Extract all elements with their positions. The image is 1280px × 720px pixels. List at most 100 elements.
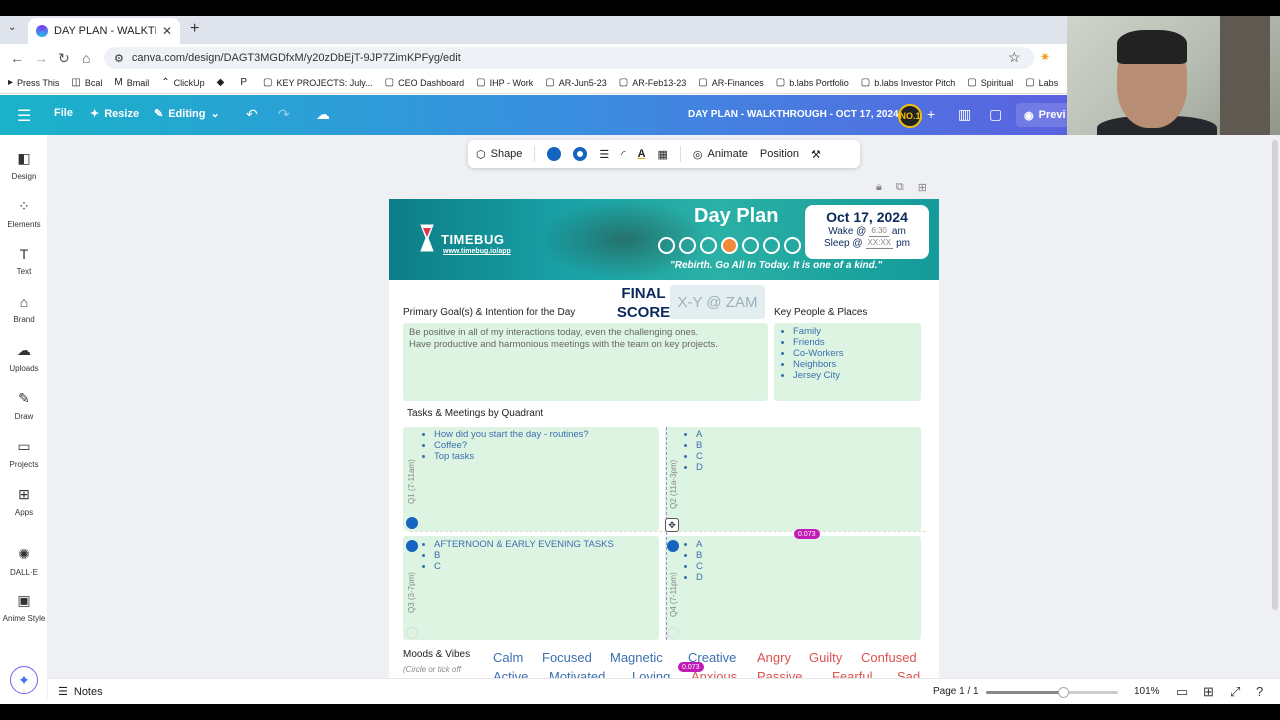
notes-button[interactable]: ☰ Notes [58, 685, 103, 699]
comment-icon[interactable]: ▢ [989, 106, 1002, 123]
list-item[interactable]: A [696, 429, 921, 440]
mood-word[interactable]: Calm [493, 650, 523, 665]
design-page[interactable]: TIMEBUG www.timebug.io/app Day Plan Oct … [389, 199, 939, 678]
page-count[interactable]: Page 1 / 1 [933, 686, 979, 697]
rail-item-draw[interactable]: ✎ Draw [0, 390, 48, 421]
goal-line[interactable]: Have productive and harmonious meetings … [409, 339, 762, 351]
bookmark-item[interactable]: ▢ b.labs Investor Pitch [861, 77, 956, 88]
quadrant-q1[interactable]: How did you start the day - routines?Cof… [403, 427, 659, 531]
cloud-saved-icon[interactable]: ☁ [316, 106, 330, 123]
key-people-label[interactable]: Key People & Places [774, 307, 867, 318]
list-item[interactable]: Family [793, 326, 921, 337]
transparency-icon[interactable]: ▦ [658, 148, 668, 161]
site-settings-icon[interactable]: ⚙ [114, 52, 124, 65]
list-item[interactable]: C [696, 561, 921, 572]
logo-url[interactable]: www.timebug.io/app [443, 248, 511, 255]
corner-rounding-icon[interactable]: ◜ [621, 148, 625, 161]
list-item[interactable]: B [696, 550, 921, 561]
primary-goal-label[interactable]: Primary Goal(s) & Intention for the Day [403, 307, 575, 318]
magic-assistant-icon[interactable]: ✦ [10, 666, 38, 694]
bookmark-item[interactable]: ▢ AR-Feb13-23 [619, 77, 686, 88]
browser-tab[interactable]: DAY PLAN - WALKTHROUGH - C ✕ [28, 18, 180, 44]
moods-label[interactable]: Moods & Vibes [403, 649, 470, 660]
list-item[interactable]: B [696, 440, 921, 451]
list-item[interactable]: Coffee? [434, 440, 659, 451]
list-item[interactable]: AFTERNOON & EARLY EVENING TASKS [434, 539, 659, 550]
menu-icon[interactable]: ☰ [17, 106, 31, 126]
rating-circle[interactable] [784, 237, 801, 254]
quadrant-q4[interactable]: ABCD [665, 536, 921, 640]
tagline[interactable]: "Rebirth. Go All In Today. It is one of … [670, 260, 882, 271]
final-score-value[interactable]: X-Y @ ZAM [670, 285, 765, 319]
list-item[interactable]: D [696, 572, 921, 583]
mood-word[interactable]: Active [493, 669, 528, 678]
move-handle-icon[interactable]: ✥ [665, 518, 679, 532]
add-page-icon[interactable]: ⊞ [918, 181, 927, 194]
rating-circle[interactable] [658, 237, 675, 254]
primary-goal-text[interactable]: Be positive in all of my interactions to… [403, 323, 768, 355]
rail-item-apps[interactable]: ⊞ Apps [0, 486, 48, 517]
new-tab-icon[interactable]: + [190, 20, 199, 38]
mood-word[interactable]: Loving [632, 669, 670, 678]
bookmark-item[interactable]: ⌃ ClickUp [161, 77, 204, 88]
rail-item-design[interactable]: ◧ Design [0, 150, 48, 181]
key-people-list[interactable]: FamilyFriendsCo-WorkersNeighborsJersey C… [774, 326, 921, 381]
rail-item-text[interactable]: T Text [0, 246, 48, 276]
bookmark-item[interactable]: ▢ b.labs Portfolio [776, 77, 849, 88]
day-plan-title[interactable]: Day Plan [694, 205, 778, 228]
list-item[interactable]: C [434, 561, 659, 572]
mood-word[interactable]: Fearful [832, 669, 872, 678]
text-color-icon[interactable]: A [638, 148, 646, 160]
rail-item-dall-e[interactable]: ✺ DALL·E [0, 546, 48, 577]
vertical-scrollbar[interactable] [1272, 140, 1278, 610]
mood-word[interactable]: Focused [542, 650, 592, 665]
duplicate-page-icon[interactable]: ⧉ [896, 181, 904, 194]
reload-icon[interactable]: ↻ [58, 50, 70, 67]
mood-word[interactable]: Angry [757, 650, 791, 665]
border-style-icon[interactable]: ☰ [599, 148, 609, 161]
q1-marker-dot[interactable] [406, 517, 418, 529]
wake-time-value[interactable]: 6:30 [869, 226, 889, 237]
insights-chart-icon[interactable]: ▥ [958, 106, 971, 123]
bookmark-item[interactable]: ▢ Labs [1025, 77, 1058, 88]
primary-goal-box[interactable]: Be positive in all of my interactions to… [403, 323, 768, 401]
zoom-slider-handle[interactable] [1057, 687, 1069, 698]
list-item[interactable]: C [696, 451, 921, 462]
list-item[interactable]: Top tasks [434, 451, 659, 462]
animate-button[interactable]: ◎ Animate [693, 148, 748, 161]
bookmark-item[interactable]: ▢ IHP - Work [476, 77, 533, 88]
q1-task-list[interactable]: How did you start the day - routines?Cof… [415, 429, 659, 462]
fill-color-swatch[interactable] [547, 147, 562, 161]
bookmark-item[interactable]: M Bmail [114, 77, 149, 88]
bookmark-item[interactable]: ▢ AR-Jun5-23 [545, 77, 606, 88]
q4-empty-dot[interactable] [667, 627, 679, 639]
bookmark-item[interactable]: ▸ Press This [8, 77, 59, 88]
list-item[interactable]: A [696, 539, 921, 550]
q4-task-list[interactable]: ABCD [677, 539, 921, 583]
q3-marker-dot[interactable] [406, 540, 418, 552]
moods-sublabel[interactable]: (Circle or tick off [403, 665, 461, 674]
rail-item-brand[interactable]: ⌂ Brand [0, 294, 48, 324]
bookmark-star-icon[interactable]: ☆ [1008, 49, 1021, 66]
rail-item-projects[interactable]: ▭ Projects [0, 438, 48, 469]
key-people-box[interactable]: FamilyFriendsCo-WorkersNeighborsJersey C… [774, 323, 921, 401]
help-icon[interactable]: ? [1256, 684, 1263, 699]
list-item[interactable]: Jersey City [793, 370, 921, 381]
bookmark-item[interactable]: ▢ CEO Dashboard [385, 77, 465, 88]
bookmark-item[interactable]: ▢ KEY PROJECTS: July... [263, 77, 373, 88]
zoom-level[interactable]: 101% [1134, 686, 1160, 697]
rail-item-anime-style[interactable]: ▣ Anime Style [0, 592, 48, 623]
bookmark-item[interactable]: ◆ [217, 77, 229, 88]
bookmark-item[interactable]: ▢ Spiritual [967, 77, 1013, 88]
position-button[interactable]: Position [760, 148, 799, 160]
lock-icon[interactable]: 🔒︎ [876, 181, 882, 194]
rail-item-elements[interactable]: ⁘ Elements [0, 198, 48, 229]
day-rating-circles[interactable] [658, 237, 801, 254]
bookmark-item[interactable]: ▢ AR-Finances [698, 77, 763, 88]
tab-list-chevron-icon[interactable]: ⌄ [8, 22, 16, 33]
quadrant-q3[interactable]: AFTERNOON & EARLY EVENING TASKSBC [403, 536, 659, 640]
grid-view-icon[interactable]: ⊞ [1203, 684, 1214, 700]
file-menu[interactable]: File [54, 107, 73, 119]
list-item[interactable]: How did you start the day - routines? [434, 429, 659, 440]
list-item[interactable]: B [434, 550, 659, 561]
